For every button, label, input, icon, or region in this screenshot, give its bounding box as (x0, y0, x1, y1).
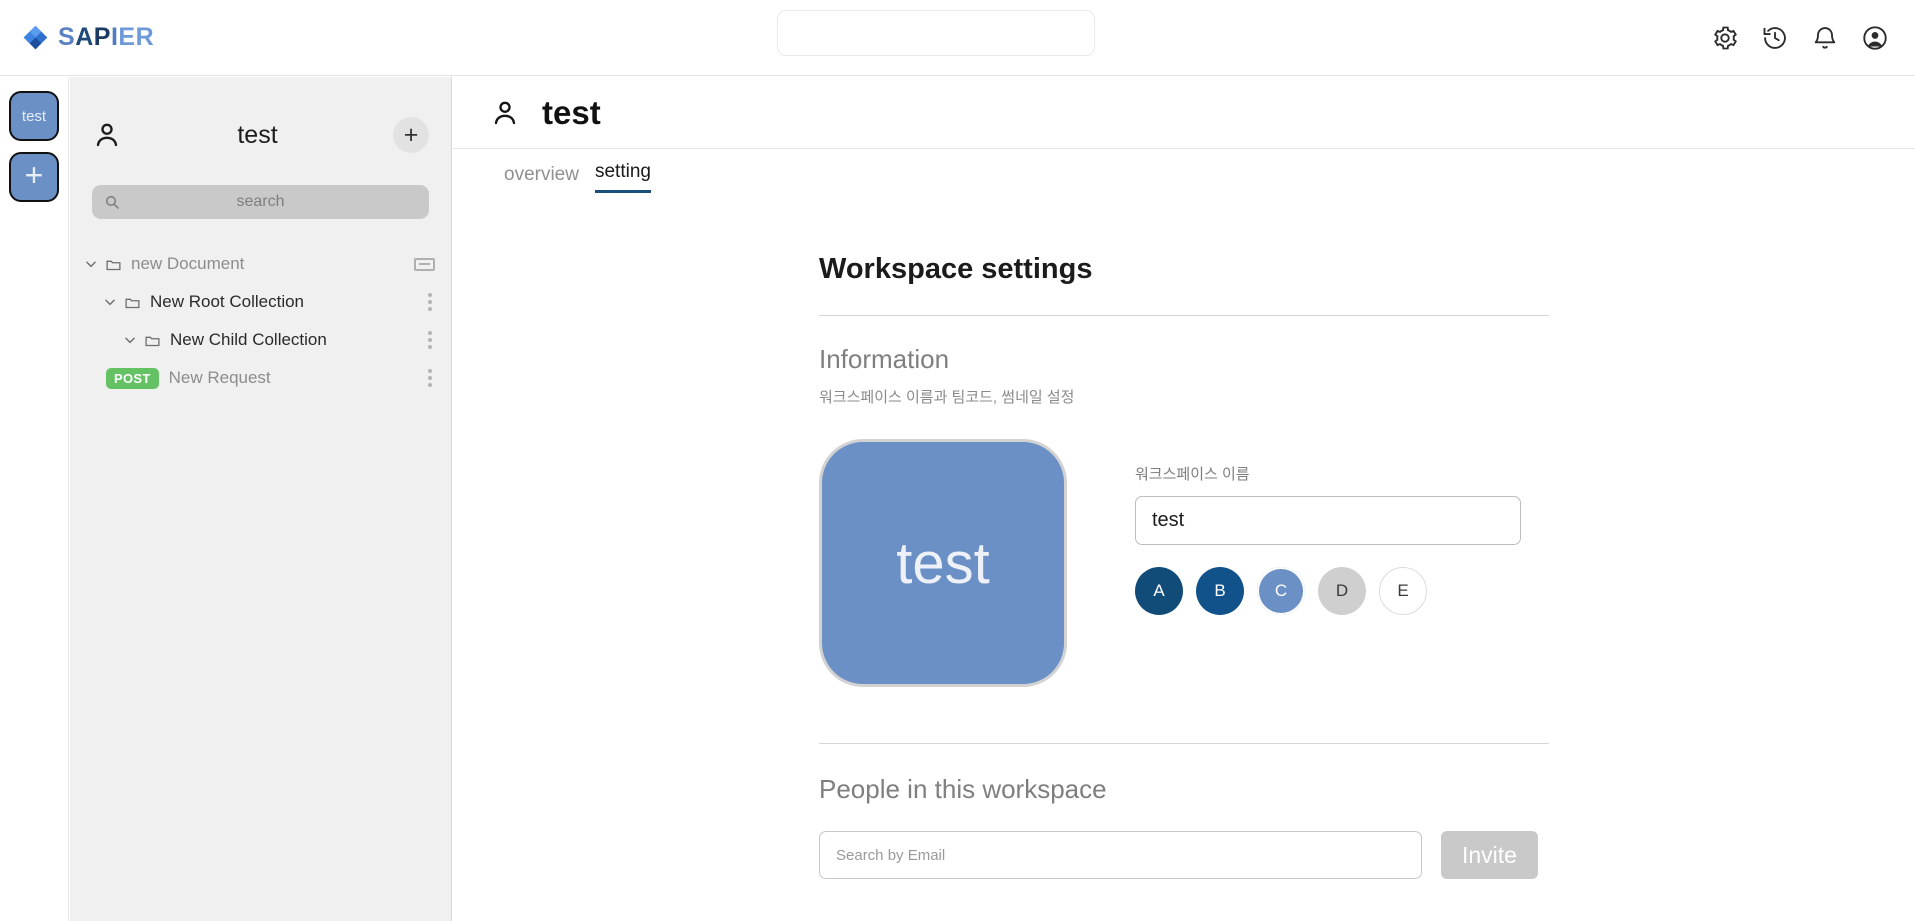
rail-add-workspace-button[interactable]: + (9, 152, 59, 202)
divider (819, 315, 1549, 316)
color-swatch-a[interactable]: A (1135, 567, 1183, 615)
brand-letter: A (75, 23, 94, 51)
tab-setting[interactable]: setting (594, 161, 651, 193)
tab-overview[interactable]: overview (504, 164, 579, 193)
chevron-down-icon[interactable] (123, 333, 137, 347)
color-swatch-b[interactable]: B (1196, 567, 1244, 615)
tree-item-label: new Document (131, 254, 245, 273)
sidebar-search-input[interactable] (92, 185, 429, 219)
header-icon-group (1711, 0, 1889, 76)
top-header: SAPIER (0, 0, 1915, 76)
workspace-thumbnail[interactable]: test (819, 439, 1067, 687)
folder-icon (105, 256, 122, 273)
workspace-rail: test + (0, 77, 69, 921)
more-options-icon[interactable] (425, 328, 435, 352)
information-heading: Information (819, 344, 950, 374)
chevron-down-icon[interactable] (84, 257, 98, 271)
more-options-icon[interactable] (425, 290, 435, 314)
workspace-name-input[interactable] (1135, 496, 1521, 545)
folder-icon (144, 332, 161, 349)
sidebar-header: test + (70, 97, 451, 173)
sidebar-workspace-title: test (237, 120, 278, 149)
global-search-input[interactable] (777, 10, 1095, 56)
history-icon[interactable] (1761, 24, 1789, 52)
brand-letter: I (110, 23, 119, 51)
workspace-name-label: 워크스페이스 이름 (1135, 466, 1250, 483)
divider (819, 743, 1549, 744)
account-circle-icon[interactable] (1861, 24, 1889, 52)
tree-item-new-request[interactable]: POST New Request (70, 359, 451, 397)
information-subtitle: 워크스페이스 이름과 팀코드, 썸네일 설정 (819, 389, 1075, 406)
brand-letter: S (58, 23, 76, 51)
brand-logo[interactable]: SAPIER (22, 23, 154, 52)
sidebar-add-button[interactable]: + (393, 117, 429, 153)
tree-item-new-root-collection[interactable]: New Root Collection (70, 283, 451, 321)
tab-bar: overview setting (453, 149, 1915, 193)
page-title: test (542, 93, 601, 131)
bell-icon[interactable] (1811, 24, 1839, 52)
information-row: test 워크스페이스 이름 A B C D E (819, 439, 1549, 687)
brand-letter: E (118, 23, 136, 51)
person-icon (490, 98, 520, 128)
gear-icon[interactable] (1711, 24, 1739, 52)
color-swatch-c[interactable]: C (1257, 567, 1305, 615)
tree-item-new-document[interactable]: new Document (70, 245, 451, 283)
sidebar-search[interactable] (92, 185, 429, 219)
chevron-down-icon[interactable] (103, 295, 117, 309)
more-options-icon[interactable] (425, 366, 435, 390)
rail-workspace-test[interactable]: test (9, 91, 59, 141)
brand-text: SAPIER (58, 23, 154, 52)
brand-letter: P (93, 23, 111, 51)
tree-item-label: New Root Collection (150, 292, 305, 311)
invite-row: Invite (819, 831, 1549, 879)
tree-item-label: New Child Collection (170, 330, 327, 349)
workspace-settings-title: Workspace settings (819, 253, 1093, 285)
diamond-logo-icon (22, 24, 49, 51)
main-header: test (453, 77, 1915, 149)
person-icon (92, 120, 122, 150)
tree-row-action[interactable] (414, 257, 435, 271)
folder-icon (124, 294, 141, 311)
tree-row-action[interactable] (425, 366, 435, 390)
color-swatch-e[interactable]: E (1379, 567, 1427, 615)
brand-letter: R (135, 23, 155, 51)
tree-item-new-child-collection[interactable]: New Child Collection (70, 321, 451, 359)
workspace-settings-panel: Workspace settings Information 워크스페이스 이름… (819, 253, 1549, 879)
invite-button[interactable]: Invite (1441, 831, 1538, 879)
tree-row-action[interactable] (425, 290, 435, 314)
color-swatch-d[interactable]: D (1318, 567, 1366, 615)
tree-item-label: New Request (168, 368, 271, 387)
invite-email-input[interactable] (819, 831, 1422, 879)
tree-row-action[interactable] (425, 328, 435, 352)
main-panel: test overview setting Workspace settings… (453, 77, 1915, 921)
rect-icon[interactable] (414, 257, 435, 271)
sidebar: test + new Document (70, 77, 452, 921)
thumbnail-color-swatches: A B C D E (1135, 567, 1521, 615)
people-heading: People in this workspace (819, 774, 1107, 804)
workspace-name-field-group: 워크스페이스 이름 A B C D E (1135, 439, 1521, 687)
method-badge-post: POST (106, 367, 159, 389)
settings-content: Workspace settings Information 워크스페이스 이름… (453, 193, 1915, 879)
search-icon (104, 194, 120, 210)
collection-tree: new Document New Root Collection New Chi… (70, 245, 451, 397)
